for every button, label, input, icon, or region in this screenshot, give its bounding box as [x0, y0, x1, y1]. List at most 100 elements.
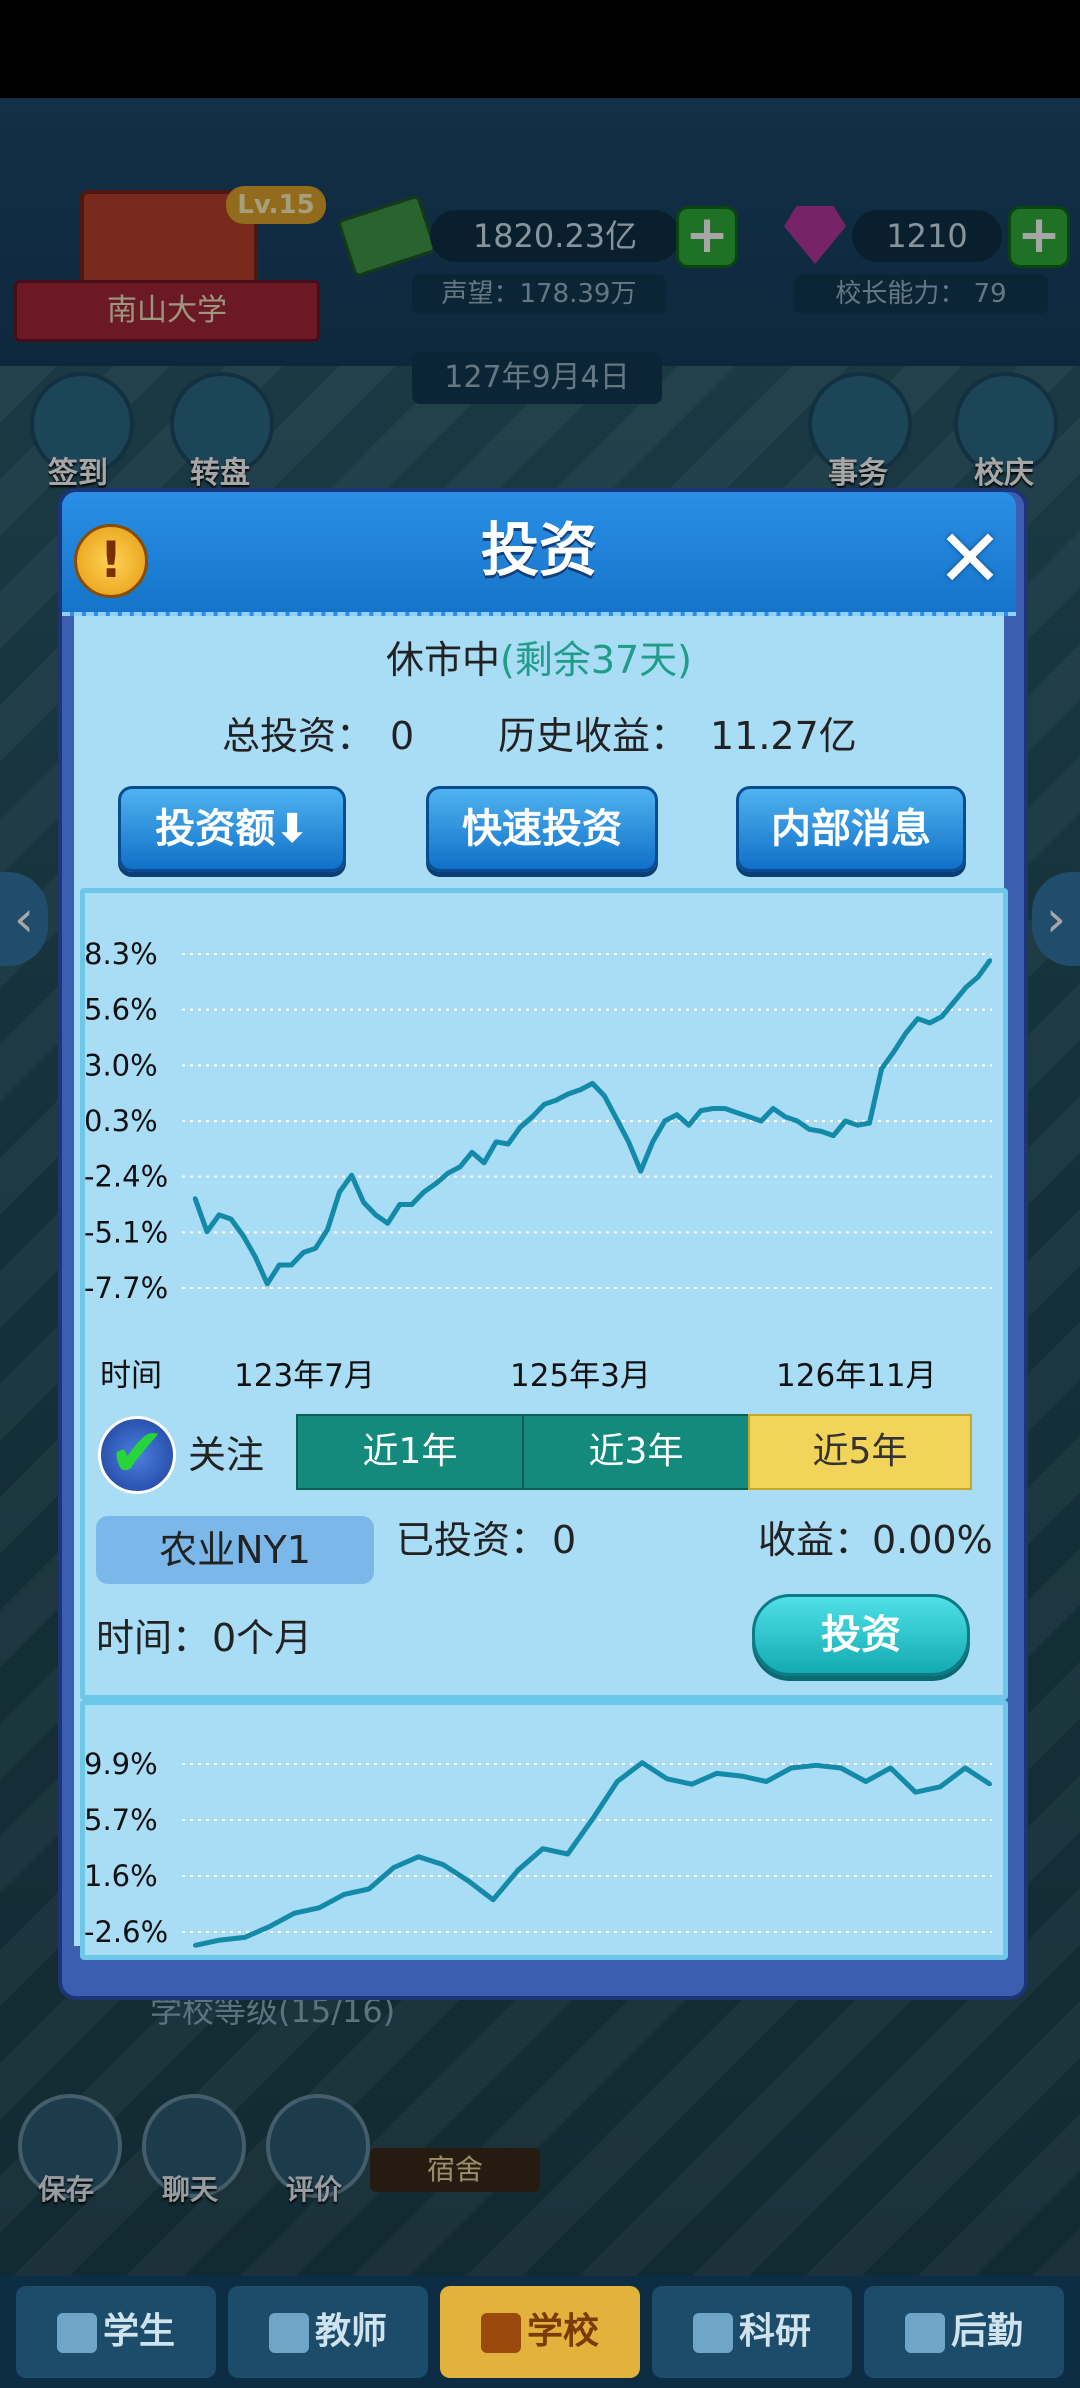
fund-chart-point [530, 1114, 535, 1119]
fund2-line-chart: 9.9% 5.7% 1.6% -2.6% [84, 1747, 992, 1949]
fund-chart-point [674, 1112, 679, 1117]
time-label: 时间： [96, 1616, 211, 1660]
fund-chart-point [385, 1221, 390, 1226]
fund-chart-point [325, 1227, 330, 1232]
fund2-chart-point [540, 1846, 545, 1851]
fund2-chart-y-tick: -2.6% [84, 1915, 168, 1949]
fund-chart-point [602, 1093, 607, 1098]
invest-button[interactable]: 投资 [752, 1594, 970, 1676]
fund2-chart-point [988, 1782, 992, 1787]
fund-chart-point [831, 1133, 836, 1138]
fund-chart-point [373, 1212, 378, 1217]
history-profit-value: 11.27亿 [710, 714, 857, 758]
fund-chart-point [518, 1125, 523, 1130]
fund-chart-point [988, 958, 992, 963]
fund-chart-point [289, 1263, 294, 1268]
fund-chart-y-tick: 3.0% [84, 1048, 158, 1082]
fund-name-chip[interactable]: 农业NY1 [96, 1516, 374, 1584]
fund2-chart-point [963, 1766, 968, 1771]
fund-chart-point [879, 1066, 884, 1071]
fund-chart-point [241, 1233, 246, 1238]
fund-chart-point [313, 1246, 318, 1251]
nav-teachers-label: 教师 [314, 2311, 387, 2352]
fund-chart-point [759, 1119, 764, 1123]
fund-line-chart: 8.3% 5.6% 3.0% 0.3% -2.4% -5.1% -7.7% [84, 937, 993, 1305]
fund2-chart-point [863, 1779, 868, 1784]
fund-chart-point [421, 1189, 426, 1194]
fund-chart-point [903, 1031, 908, 1036]
range-3y-button[interactable]: 近3年 [522, 1414, 750, 1490]
fund-chart-point [253, 1254, 258, 1259]
fund2-chart-point [466, 1878, 471, 1883]
range-1y-button[interactable]: 近1年 [296, 1414, 524, 1490]
fund-chart-point [337, 1189, 342, 1194]
fund2-chart-y-tick: 5.7% [84, 1803, 158, 1837]
fund-chart-point [361, 1200, 366, 1205]
fund-chart-point [229, 1217, 234, 1222]
fund-chart-point [975, 974, 980, 979]
logistics-icon [904, 2313, 945, 2353]
fund-chart-point [205, 1229, 210, 1234]
fund-chart-point [590, 1081, 595, 1086]
nav-research[interactable]: 科研 [652, 2286, 852, 2378]
total-investment-label: 总投资： [222, 714, 375, 758]
fund-chart-point [626, 1139, 631, 1144]
dialog-title: 投资 [480, 516, 597, 584]
invested-label: 已投资： [396, 1518, 549, 1562]
fund-chart-point [927, 1020, 932, 1025]
nav-logistics[interactable]: 后勤 [864, 2286, 1064, 2378]
fund-chart-point [819, 1129, 824, 1134]
profit-value: 0.00% [872, 1518, 993, 1562]
range-5y-button[interactable]: 近5年 [748, 1414, 972, 1490]
fund-chart-point [506, 1141, 511, 1146]
fund-chart-point [843, 1119, 848, 1123]
fund-chart-point [409, 1202, 414, 1207]
fund2-chart-point [391, 1865, 396, 1870]
fund2-chart-point [689, 1782, 694, 1787]
fund2-chart-point [193, 1943, 197, 1948]
warning-icon[interactable]: ! [74, 524, 148, 598]
fund-chart-point [494, 1139, 499, 1144]
fund-chart-point [747, 1114, 752, 1119]
nav-students[interactable]: 学生 [16, 2286, 216, 2378]
fund-chart-point [783, 1114, 788, 1119]
time-value: 0个月 [212, 1616, 313, 1660]
fund-chart-point [915, 1016, 920, 1021]
follow-label: 关注 [188, 1433, 265, 1477]
fund-chart-point [470, 1150, 475, 1155]
history-profit-label: 历史收益： [498, 714, 689, 758]
fund-chart-point [578, 1087, 583, 1092]
fund2-chart-point [615, 1779, 620, 1784]
nav-school[interactable]: 学校 [440, 2286, 640, 2378]
fund-chart-point [855, 1123, 860, 1128]
quick-invest-button[interactable]: 快速投资 [426, 786, 658, 872]
fund2-chart-point [714, 1771, 719, 1776]
fund-chart-point [554, 1098, 559, 1103]
investment-amount-button[interactable]: 投资额⬇ [118, 786, 346, 872]
fund-chart-point [795, 1119, 800, 1123]
fund-chart-y-tick: 8.3% [84, 937, 158, 971]
microscope-icon [692, 2313, 733, 2353]
follow-checkbox[interactable]: ✔ [98, 1416, 176, 1494]
market-status: 休市中(剩余37天) [74, 630, 1004, 690]
nav-teachers[interactable]: 教师 [228, 2286, 428, 2378]
fund-chart-point [662, 1119, 667, 1123]
fund-chart-point [349, 1173, 354, 1178]
fund-chart-y-tick: -2.4% [84, 1160, 168, 1194]
fund2-chart-point [739, 1774, 744, 1779]
close-icon[interactable]: ✕ [934, 519, 1006, 599]
fund2-chart-point [491, 1897, 496, 1902]
fund-chart-point [482, 1160, 487, 1165]
fund-chart-point [433, 1181, 438, 1186]
fund2-chart-point [242, 1935, 247, 1940]
fund2-chart-point [217, 1938, 222, 1943]
fund2-chart-point [789, 1766, 794, 1771]
insider-news-button[interactable]: 内部消息 [736, 786, 966, 872]
fund2-chart-point [267, 1924, 272, 1929]
fund2-chart-y-tick: 9.9% [84, 1747, 158, 1781]
fund2-chart-point [838, 1766, 843, 1771]
school-icon [480, 2313, 521, 2353]
fund2-chart-point [416, 1854, 421, 1859]
fund-chart-point [650, 1139, 655, 1144]
market-remaining: (剩余37天) [500, 638, 693, 682]
